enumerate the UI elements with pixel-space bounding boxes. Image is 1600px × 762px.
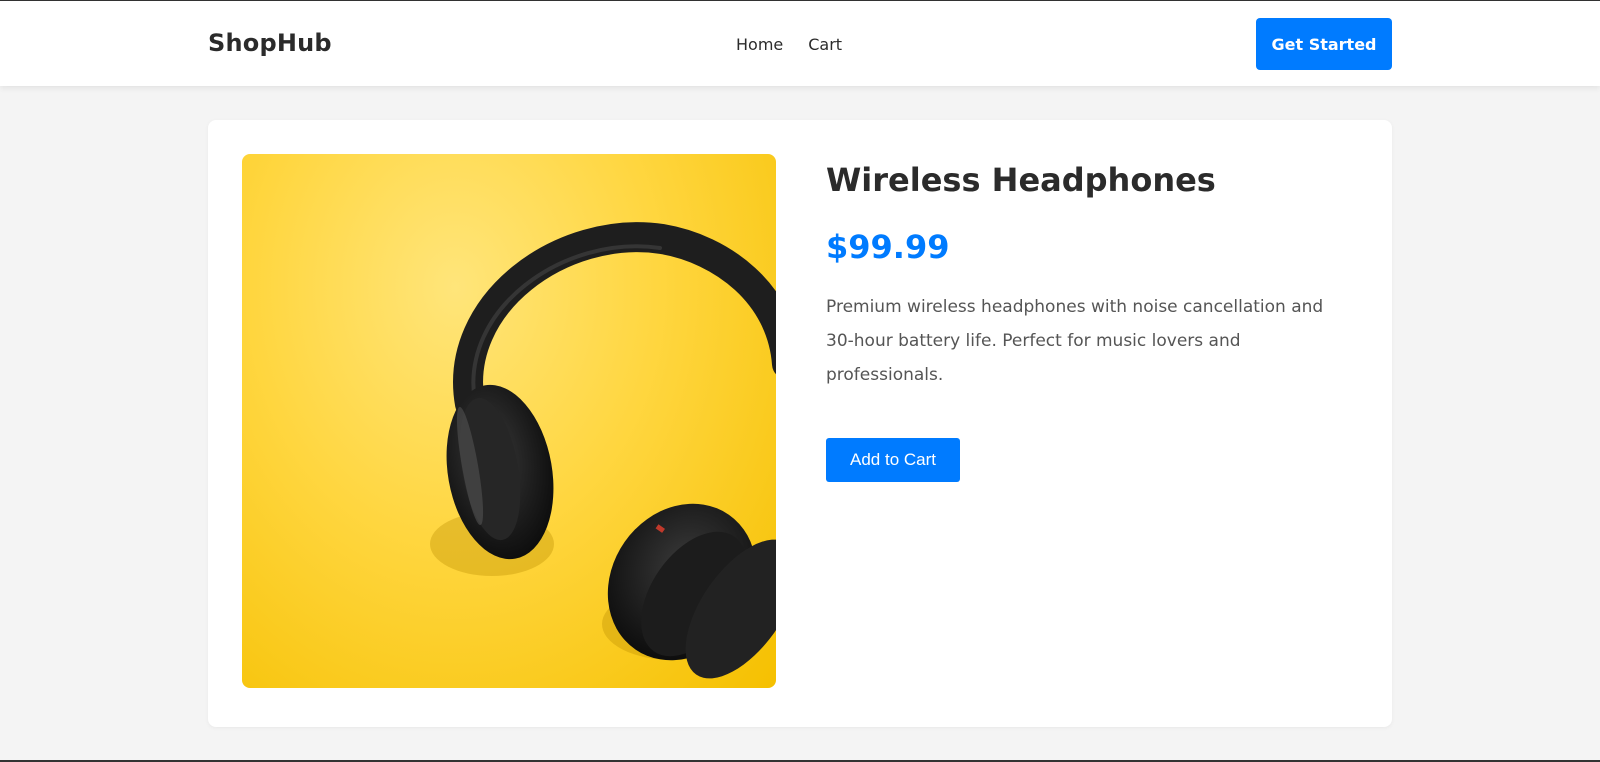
nav-link-cart[interactable]: Cart: [808, 35, 842, 54]
product-image: [242, 154, 776, 688]
headphones-image: [430, 222, 776, 679]
add-to-cart-button[interactable]: Add to Cart: [826, 437, 960, 482]
product-card: Wireless Headphones $99.99 Premium wirel…: [208, 120, 1392, 727]
product-price: $99.99: [826, 227, 950, 266]
brand-logo[interactable]: ShopHub: [208, 29, 332, 57]
site-header: ShopHub Home Cart Get Started: [0, 1, 1600, 86]
product-description: Premium wireless headphones with noise c…: [826, 296, 1324, 385]
main-nav: Home Cart: [736, 35, 842, 54]
get-started-button[interactable]: Get Started: [1256, 18, 1392, 70]
product-details: Wireless Headphones $99.99 Premium wirel…: [826, 160, 1346, 482]
product-title: Wireless Headphones: [826, 161, 1216, 199]
nav-link-home[interactable]: Home: [736, 35, 783, 54]
